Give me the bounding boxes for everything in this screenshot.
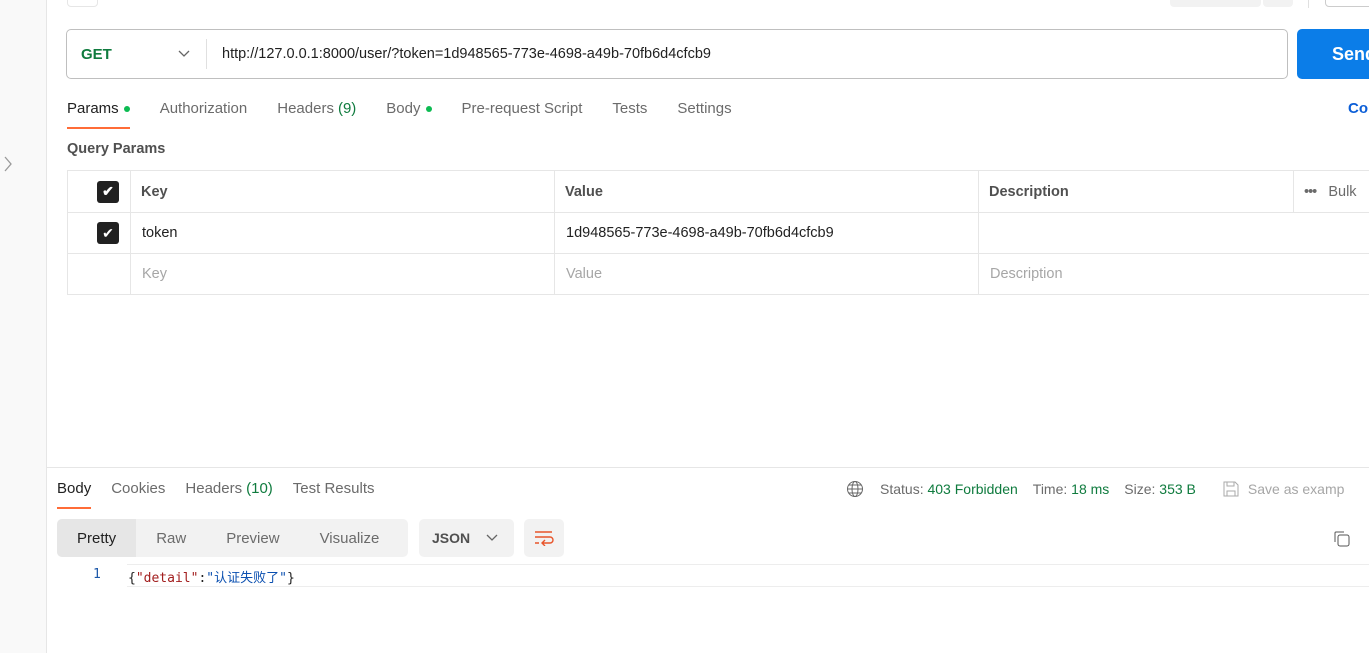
format-raw[interactable]: Raw xyxy=(136,519,206,557)
send-button[interactable]: Send xyxy=(1297,29,1369,79)
save-label: Save as examp xyxy=(1247,481,1345,497)
active-underline xyxy=(57,507,92,509)
row-checkbox[interactable]: ✔ xyxy=(97,222,119,244)
column-value: Value xyxy=(554,170,979,213)
chevron-right-icon[interactable] xyxy=(2,155,14,173)
save-dropdown-button[interactable] xyxy=(1263,0,1293,7)
status-label: Status: xyxy=(880,481,924,497)
tab-label: Params xyxy=(67,100,119,117)
response-body-code[interactable]: {"detail":"认证失败了"} xyxy=(128,567,295,586)
globe-icon[interactable] xyxy=(846,480,864,498)
save-icon xyxy=(1223,481,1239,497)
active-underline xyxy=(67,127,130,129)
brace: { xyxy=(128,571,136,586)
chevron-down-icon xyxy=(178,50,190,57)
wrap-lines-button[interactable] xyxy=(524,519,564,557)
format-visualize[interactable]: Visualize xyxy=(300,519,400,557)
json-value: "认证失败了" xyxy=(206,571,287,586)
tab-pre-request-script[interactable]: Pre-request Script xyxy=(462,100,583,117)
column-description: Description xyxy=(978,170,1294,213)
param-description[interactable] xyxy=(978,212,1369,254)
response-divider[interactable] xyxy=(47,467,1369,468)
param-value[interactable]: 1d948565-773e-4698-a49b-70fb6d4cfcb9 xyxy=(554,212,979,254)
tab-label: Headers xyxy=(277,100,334,117)
table-row: ✔ token 1d948565-773e-4698-a49b-70fb6d4c… xyxy=(67,212,1369,254)
tab-body[interactable]: Body xyxy=(386,100,432,117)
code-line-highlight xyxy=(127,564,1369,587)
url-input[interactable]: http://127.0.0.1:8000/user/?token=1d9485… xyxy=(207,46,711,62)
tab-response-headers[interactable]: Headers (10) xyxy=(185,480,272,497)
active-dot xyxy=(123,105,130,112)
description-input[interactable]: Description xyxy=(978,253,1369,295)
cookies-link[interactable]: Co xyxy=(1348,100,1368,117)
headers-count: (9) xyxy=(337,100,357,117)
copy-icon[interactable] xyxy=(1333,530,1351,548)
value-input[interactable]: Value xyxy=(554,253,979,295)
table-row-empty: Key Value Description xyxy=(67,253,1369,295)
active-dot xyxy=(425,105,432,112)
url-bar: GET http://127.0.0.1:8000/user/?token=1d… xyxy=(66,29,1288,79)
status-value[interactable]: 403 Forbidden xyxy=(927,481,1017,497)
line-number: 1 xyxy=(93,567,101,582)
wrap-icon xyxy=(535,531,554,546)
format-preview[interactable]: Preview xyxy=(206,519,299,557)
key-input[interactable]: Key xyxy=(130,253,555,295)
save-as-example-button[interactable]: Save as examp xyxy=(1222,480,1345,498)
headers-count: (10) xyxy=(246,480,273,497)
language-label: JSON xyxy=(432,530,471,546)
tab-tests[interactable]: Tests xyxy=(612,100,647,117)
size-label: Size: xyxy=(1124,481,1156,497)
save-button[interactable] xyxy=(1170,0,1261,7)
format-tabs: Pretty Raw Preview Visualize xyxy=(57,519,408,557)
size-value[interactable]: 353 B xyxy=(1159,481,1196,497)
more-icon[interactable]: ••• xyxy=(1304,184,1317,200)
tab-headers[interactable]: Headers (9) xyxy=(277,100,356,117)
chevron-down-icon xyxy=(486,534,498,541)
tab-label: Body xyxy=(57,480,92,497)
tab-authorization[interactable]: Authorization xyxy=(160,100,248,117)
language-select[interactable]: JSON xyxy=(419,519,514,557)
response-tabs: Body Cookies Headers (10) Test Results xyxy=(57,480,405,509)
method-label: GET xyxy=(81,45,112,63)
json-key: "detail" xyxy=(135,571,199,586)
format-pretty[interactable]: Pretty xyxy=(57,519,137,557)
tab-label: Headers xyxy=(185,480,243,497)
table-header: ✔ Key Value Description ••• Bulk xyxy=(67,170,1369,213)
column-key: Key xyxy=(130,170,555,213)
method-select[interactable]: GET xyxy=(67,39,207,69)
response-meta: Status: 403 Forbidden Time: 18 ms Size: … xyxy=(846,480,1344,498)
section-title: Query Params xyxy=(67,141,166,157)
tab-label: Body xyxy=(386,100,421,117)
share-button[interactable] xyxy=(1325,0,1369,7)
bulk-edit-link[interactable]: Bulk xyxy=(1328,184,1356,200)
request-tabs: Params Authorization Headers (9) Body Pre… xyxy=(67,100,762,129)
tab-params[interactable]: Params xyxy=(67,100,130,129)
time-value[interactable]: 18 ms xyxy=(1071,481,1109,497)
sidebar xyxy=(0,0,47,653)
tab-settings[interactable]: Settings xyxy=(677,100,731,117)
params-table: ✔ Key Value Description ••• Bulk ✔ token… xyxy=(67,170,1369,295)
tab-test-results[interactable]: Test Results xyxy=(293,480,375,497)
brace: } xyxy=(286,571,295,586)
time-label: Time: xyxy=(1032,481,1068,497)
top-button[interactable] xyxy=(67,0,98,7)
tab-cookies[interactable]: Cookies xyxy=(111,480,165,497)
param-key[interactable]: token xyxy=(130,212,555,254)
select-all-checkbox[interactable]: ✔ xyxy=(97,180,119,203)
tab-response-body[interactable]: Body xyxy=(57,480,92,509)
divider xyxy=(1308,0,1309,8)
